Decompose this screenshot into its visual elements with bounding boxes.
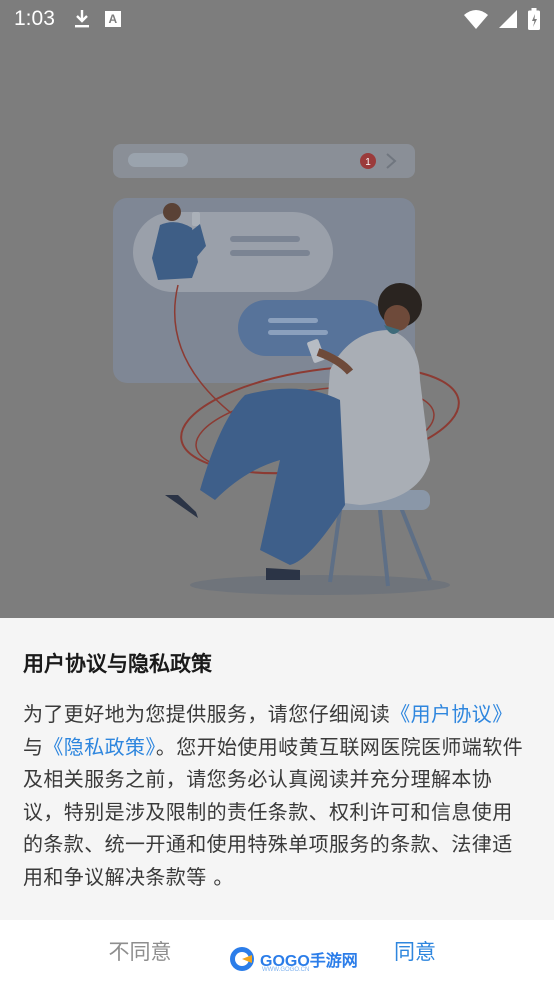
status-time: 1:03 <box>14 7 55 30</box>
dialog-actions: 不同意 GOGO手游网 WWW.GOGO.CN 同意 <box>0 920 554 984</box>
disagree-button[interactable]: 不同意 <box>80 920 200 984</box>
dialog-title: 用户协议与隐私政策 <box>23 652 212 676</box>
battery-icon <box>528 8 540 30</box>
and-text: 与 <box>23 734 44 759</box>
agree-button[interactable]: 同意 <box>355 920 475 984</box>
a-notification-icon: A <box>104 11 121 27</box>
agreement-dialog: 用户协议与隐私政策 为了更好地为您提供服务，请您仔细阅读《用户协议》与《隐私政策… <box>0 618 554 920</box>
onboarding-illustration: 1 <box>113 144 460 595</box>
privacy-policy-link[interactable]: 《隐私政策》 <box>43 735 155 759</box>
notification-badge-count: 1 <box>365 157 371 168</box>
signal-icon <box>499 10 517 28</box>
user-agreement-link[interactable]: 《用户协议》 <box>390 702 512 726</box>
watermark: GOGO手游网 WWW.GOGO.CN <box>228 942 358 976</box>
body-prefix: 为了更好地为您提供服务，请您仔细阅读 <box>23 702 391 726</box>
gogo-logo-icon <box>230 947 254 971</box>
dialog-body: 为了更好地为您提供服务，请您仔细阅读《用户协议》与《隐私政策》。您开始使用岐黄互… <box>23 698 531 893</box>
download-icon <box>74 10 89 28</box>
wifi-icon <box>464 10 488 29</box>
watermark-subtext: WWW.GOGO.CN <box>262 967 310 973</box>
status-bar: 1:03 A <box>0 0 554 38</box>
